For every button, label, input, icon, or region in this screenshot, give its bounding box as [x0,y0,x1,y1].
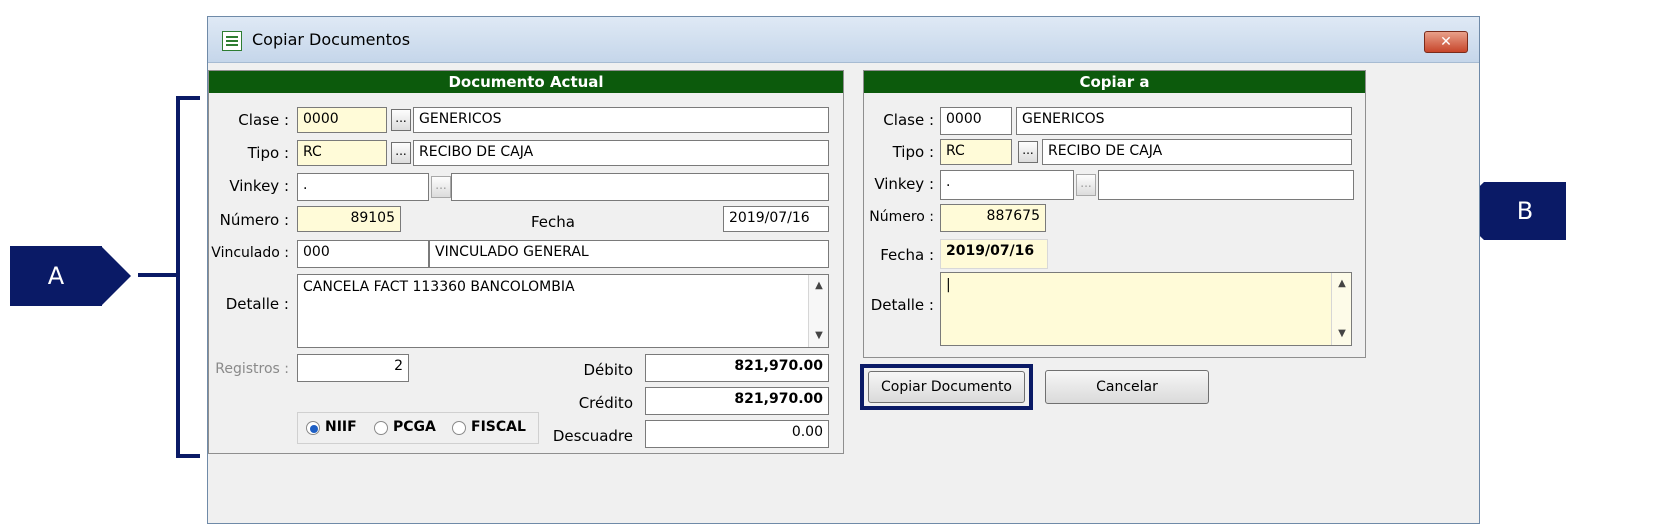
accounting-standard-radio-group: NIIF PCGA FISCAL [297,412,539,444]
scroll-up-icon[interactable]: ▲ [809,277,829,295]
fiscal-label[interactable]: FISCAL [471,419,526,435]
target-tipo-code-field[interactable]: RC [940,139,1012,165]
numero-field[interactable]: 89105 [297,206,401,232]
target-scroll-up-icon[interactable]: ▲ [1332,275,1352,293]
clase-ellipsis-button[interactable]: ... [391,109,411,131]
vinkey-code-field[interactable]: . [297,173,429,201]
callout-a-arrowhead [101,246,131,306]
numero-label: Número : [219,211,289,229]
tipo-ellipsis-button[interactable]: ... [391,142,411,164]
window-title: Copiar Documentos [252,30,411,49]
target-tipo-label: Tipo : [892,143,934,161]
vinkey-ellipsis-button[interactable]: ... [431,176,451,198]
close-button[interactable]: ✕ [1424,31,1468,53]
target-detalle-label: Detalle : [870,296,934,314]
panel-header-documento-actual: Documento Actual [209,71,843,93]
fecha-field[interactable]: 2019/07/16 [723,206,829,232]
target-detalle-cursor: | [946,277,951,293]
fecha-label: Fecha [531,213,575,231]
panel-copiar-a: Copiar a Clase : 0000 GENERICOS Tipo : R… [863,70,1366,358]
callout-b: B [1484,182,1566,240]
target-scroll-down-icon[interactable]: ▼ [1332,325,1352,343]
target-detalle-textarea[interactable]: | ▲ ▼ [940,272,1352,346]
registros-label: Registros : [215,361,289,377]
target-vinkey-name-field[interactable] [1098,170,1354,200]
target-fecha-label: Fecha : [880,246,934,264]
clase-label: Clase : [238,111,289,129]
fiscal-radio[interactable] [452,421,466,435]
panel-documento-actual: Documento Actual Clase : 0000 ... GENERI… [208,70,844,454]
vinkey-label: Vinkey : [229,177,289,195]
credito-label: Crédito [578,394,633,412]
detalle-scrollbar[interactable]: ▲ ▼ [808,275,828,347]
app-document-icon [222,31,242,51]
target-vinkey-ellipsis-button[interactable]: ... [1076,174,1096,196]
bracket-a [176,96,200,458]
detalle-label: Detalle : [225,295,289,313]
cancel-button[interactable]: Cancelar [1045,370,1209,404]
vinculado-label: Vinculado : [211,245,289,261]
vinculado-name-field[interactable]: VINCULADO GENERAL [429,240,829,268]
target-clase-label: Clase : [883,111,934,129]
target-numero-field[interactable]: 887675 [940,204,1046,232]
descuadre-label: Descuadre [552,427,633,445]
clase-name-field[interactable]: GENERICOS [413,107,829,133]
tipo-label: Tipo : [247,144,289,162]
detalle-text: CANCELA FACT 113360 BANCOLOMBIA [303,279,575,295]
target-vinkey-code-field[interactable]: . [940,170,1074,200]
vinculado-code-field[interactable]: 000 [297,240,429,268]
pcga-label[interactable]: PCGA [393,419,436,435]
title-bar: Copiar Documentos ✕ [208,17,1479,63]
target-vinkey-label: Vinkey : [874,175,934,193]
tipo-code-field[interactable]: RC [297,140,387,166]
clase-code-field[interactable]: 0000 [297,107,387,133]
vinkey-name-field[interactable] [451,173,829,201]
copy-documents-window: Copiar Documentos ✕ Documento Actual Cla… [207,16,1480,524]
tipo-name-field[interactable]: RECIBO DE CAJA [413,140,829,166]
callout-a: A [10,246,102,306]
debito-label: Débito [583,361,633,379]
credito-field: 821,970.00 [645,387,829,415]
pcga-radio[interactable] [374,421,388,435]
niif-label[interactable]: NIIF [325,419,357,435]
debito-field: 821,970.00 [645,354,829,382]
target-detalle-scrollbar[interactable]: ▲ ▼ [1331,273,1351,345]
target-clase-name-field[interactable]: GENERICOS [1016,107,1352,135]
target-tipo-ellipsis-button[interactable]: ... [1018,141,1038,163]
target-clase-code-field[interactable]: 0000 [940,107,1012,135]
callout-a-connector [138,273,176,277]
panel-header-copiar-a: Copiar a [864,71,1365,93]
scroll-down-icon[interactable]: ▼ [809,327,829,345]
target-numero-label: Número : [869,209,934,225]
target-tipo-name-field[interactable]: RECIBO DE CAJA [1042,139,1352,165]
niif-radio[interactable] [306,421,320,435]
registros-field[interactable]: 2 [297,354,409,382]
detalle-textarea[interactable]: CANCELA FACT 113360 BANCOLOMBIA ▲ ▼ [297,274,829,348]
copy-document-button[interactable]: Copiar Documento [868,371,1025,403]
descuadre-field: 0.00 [645,420,829,448]
target-fecha-field[interactable]: 2019/07/16 [940,239,1048,269]
